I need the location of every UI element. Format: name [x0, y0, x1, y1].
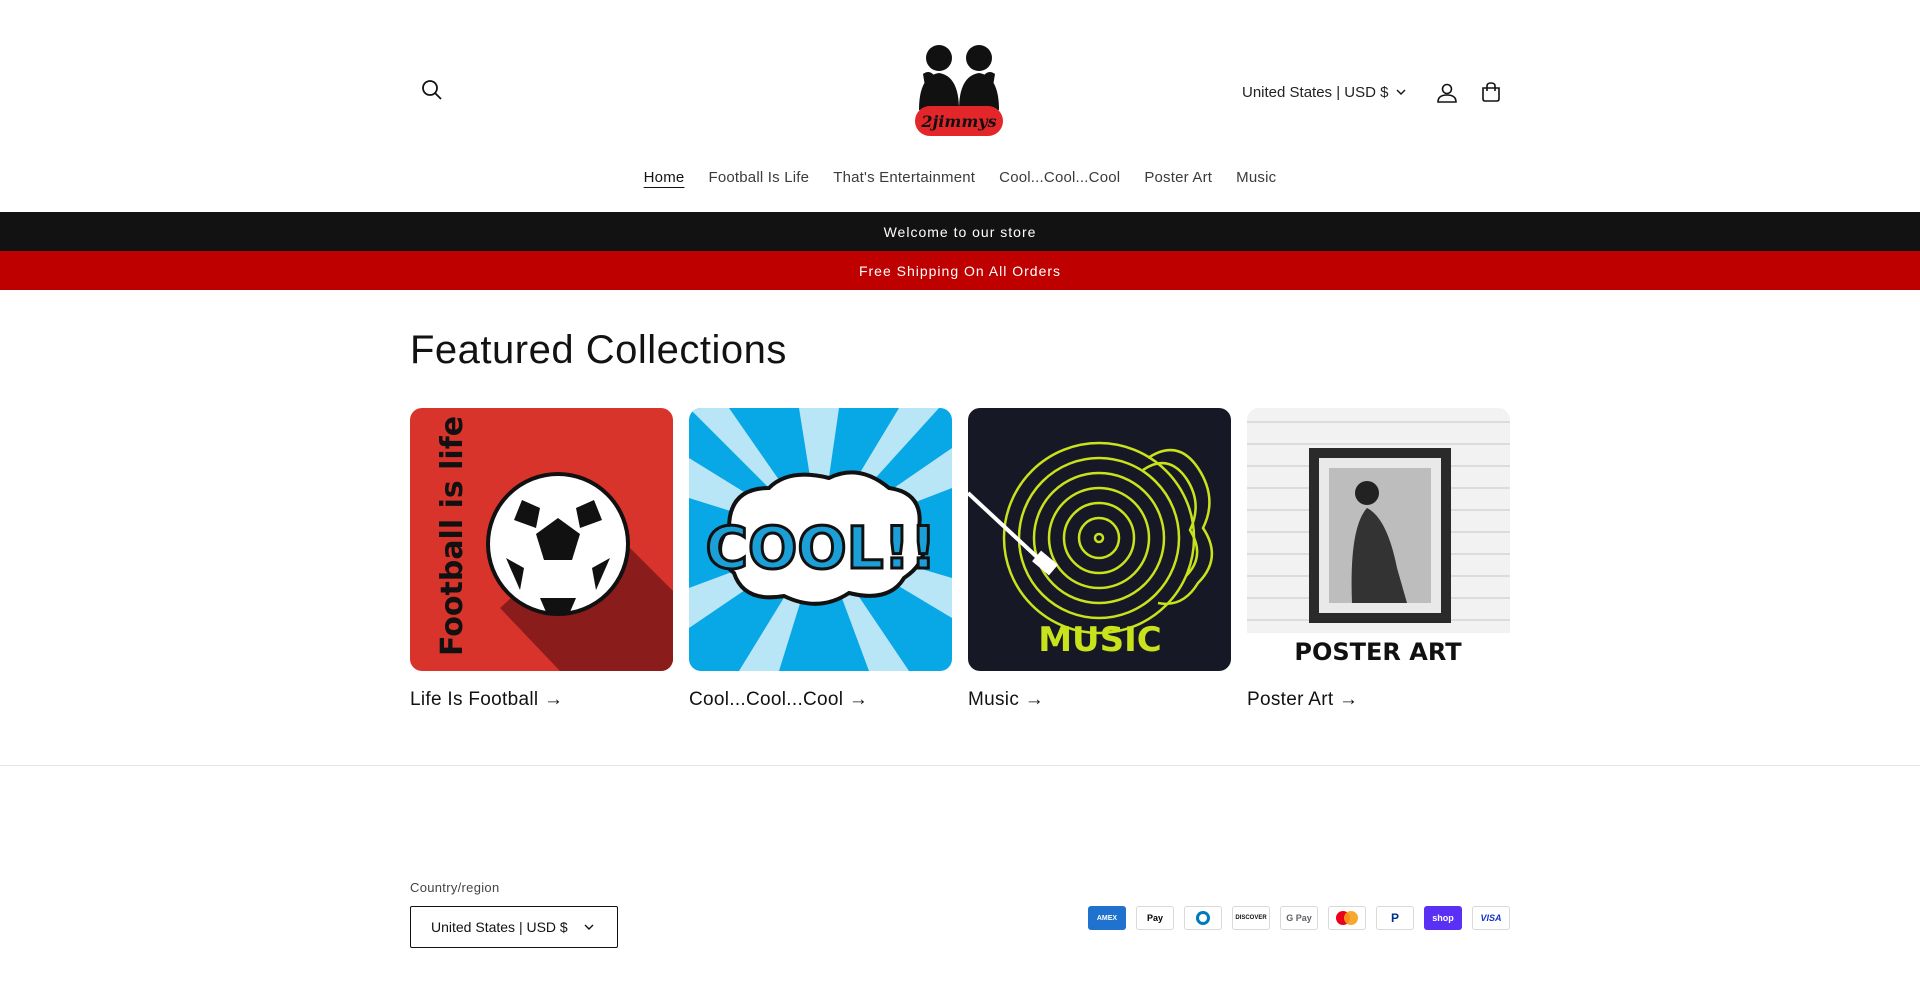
footer-country-value: United States | USD $: [431, 919, 568, 935]
apple-pay-label: Pay: [1146, 913, 1163, 923]
football-image-text: Football is life: [435, 416, 470, 656]
discover-icon: DISCOVER: [1232, 906, 1270, 930]
account-icon[interactable]: [1432, 78, 1462, 108]
visa-icon: VISA: [1472, 906, 1510, 930]
collection-image-poster-art: POSTER ART: [1247, 408, 1510, 671]
country-selector[interactable]: United States | USD $: [1242, 80, 1406, 104]
collection-title-music: Music →: [968, 689, 1044, 710]
nav-item-home[interactable]: Home: [632, 169, 697, 186]
collection-image-music: MUSIC: [968, 408, 1231, 671]
announcement-welcome: Welcome to our store: [0, 212, 1920, 251]
music-image-text: MUSIC: [1038, 620, 1162, 660]
paypal-label: P: [1390, 911, 1399, 925]
search-icon[interactable]: [416, 74, 448, 106]
collection-card-cool[interactable]: COOL!! Cool...Cool...Cool →: [689, 408, 952, 711]
mastercard-icon: [1328, 906, 1366, 930]
featured-title: Featured Collections: [410, 328, 787, 372]
collection-card-poster-art[interactable]: POSTER ART Poster Art →: [1247, 408, 1510, 711]
poster-art-image-text: POSTER ART: [1294, 638, 1462, 666]
cool-image-text: COOL!!: [705, 514, 936, 582]
featured-collections: Featured Collections Football is life Li…: [0, 290, 1920, 766]
country-region-label: Country/region: [410, 880, 500, 895]
collection-card-music[interactable]: MUSIC Music →: [968, 408, 1231, 711]
amex-icon: AMEX: [1088, 906, 1126, 930]
cart-icon[interactable]: [1476, 77, 1506, 107]
chevron-down-icon: [584, 924, 594, 930]
shop-pay-icon: shop: [1424, 906, 1462, 930]
nav-item-football-is-life[interactable]: Football Is Life: [696, 169, 821, 186]
google-pay-icon: G Pay: [1280, 906, 1318, 930]
logo[interactable]: 2jimmys: [907, 40, 1011, 144]
announcement-shipping-text: Free Shipping On All Orders: [858, 262, 1062, 279]
google-pay-label: G Pay: [1286, 913, 1312, 923]
payment-icons: AMEX Pay DISCOVER G Pay P shop VISA: [1088, 906, 1510, 930]
country-selector-label: United States | USD $: [1242, 83, 1389, 101]
nav-item-music[interactable]: Music: [1224, 169, 1288, 186]
amex-label: AMEX: [1096, 914, 1118, 922]
collection-title-football: Life Is Football →: [410, 689, 564, 710]
announcement-shipping: Free Shipping On All Orders: [0, 251, 1920, 290]
chevron-down-icon: [1396, 89, 1406, 95]
logo-text: 2jimmys: [921, 112, 997, 131]
nav-item-cool[interactable]: Cool...Cool...Cool: [987, 169, 1132, 186]
site-footer: Country/region United States | USD $ AME…: [0, 766, 1920, 995]
site-header: 2jimmys United States | USD $ Home Footb…: [0, 0, 1920, 212]
nav-item-poster-art[interactable]: Poster Art: [1132, 169, 1224, 186]
visa-label: VISA: [1480, 913, 1502, 923]
nav-item-thats-entertainment[interactable]: That's Entertainment: [821, 169, 987, 186]
shop-pay-label: shop: [1432, 913, 1454, 923]
collection-title-poster-art: Poster Art →: [1247, 689, 1359, 710]
collection-title-cool: Cool...Cool...Cool →: [689, 689, 869, 710]
apple-pay-icon: Pay: [1136, 906, 1174, 930]
footer-country-selector[interactable]: United States | USD $: [410, 906, 618, 948]
announcement-welcome-text: Welcome to our store: [883, 223, 1037, 240]
collection-card-football[interactable]: Football is life Life Is Football →: [410, 408, 673, 711]
diners-club-icon: [1184, 906, 1222, 930]
main-nav: Home Football Is Life That's Entertainme…: [0, 169, 1920, 186]
discover-label: DISCOVER: [1235, 915, 1267, 921]
collection-image-football: Football is life: [410, 408, 673, 671]
paypal-icon: P: [1376, 906, 1414, 930]
collection-image-cool: COOL!!: [689, 408, 952, 671]
